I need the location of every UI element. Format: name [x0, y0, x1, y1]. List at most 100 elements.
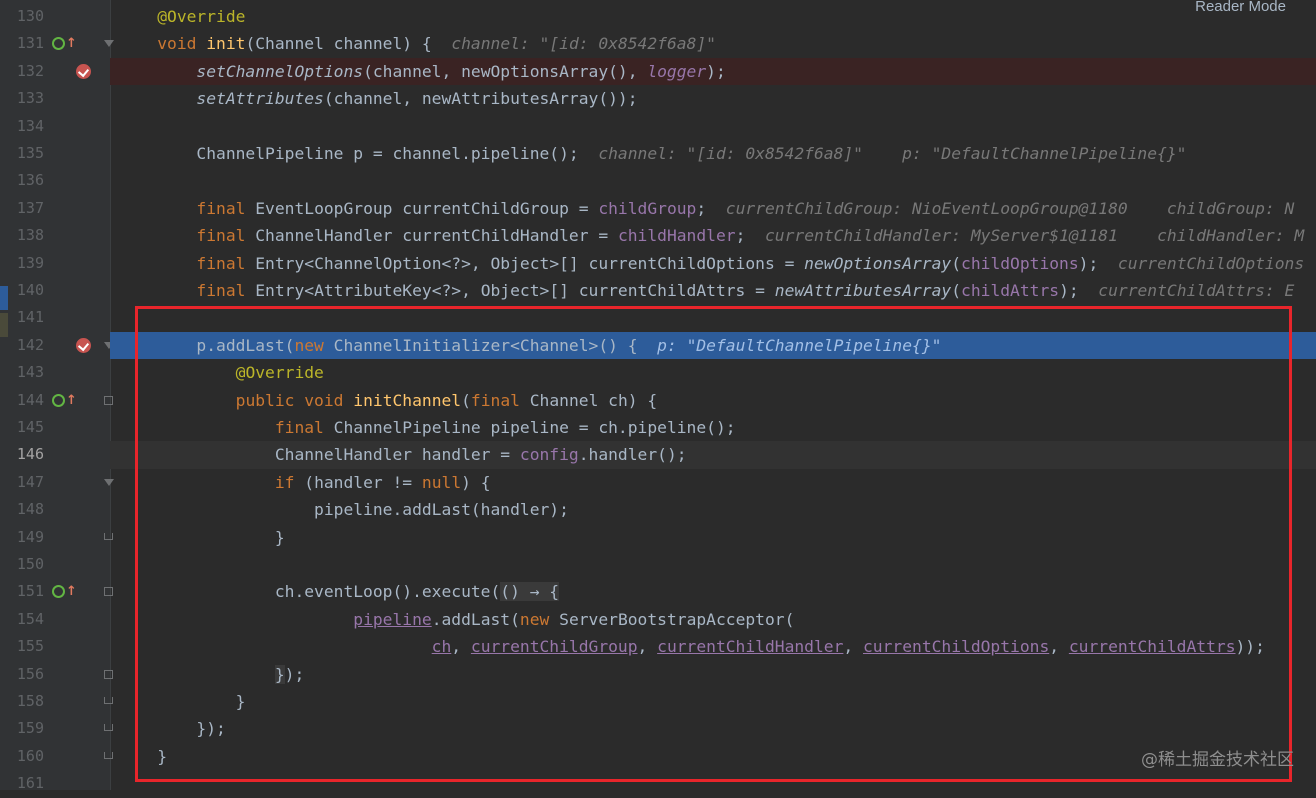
gutter-line[interactable]: 131 ↑: [0, 30, 114, 57]
code-line[interactable]: }: [110, 524, 1316, 551]
code-line[interactable]: if (handler != null) {: [110, 469, 1316, 496]
code-line[interactable]: });: [110, 661, 1316, 688]
code-line[interactable]: final ChannelHandler currentChildHandler…: [110, 222, 1316, 249]
gutter-line[interactable]: 149: [0, 524, 113, 551]
override-icon[interactable]: ↑: [52, 30, 77, 57]
gutter-line[interactable]: 151 ↑: [0, 578, 113, 605]
code-token: currentChildAttrs: [1068, 637, 1236, 657]
code-line[interactable]: [110, 770, 1316, 797]
code-token: @Override: [235, 363, 324, 383]
code-line[interactable]: }: [110, 743, 1316, 770]
gutter-line[interactable]: 154: [0, 606, 110, 633]
line-number: 145: [16, 418, 44, 436]
line-number: 136: [16, 171, 44, 190]
gutter-line[interactable]: 158: [0, 688, 113, 715]
code-token: if: [274, 472, 305, 492]
override-icon[interactable]: ↑: [52, 578, 77, 605]
code-line[interactable]: [110, 304, 1316, 331]
code-token: channel: "[id: 0x8542f6a8]": [451, 34, 716, 54]
gutter-line[interactable]: 150: [0, 551, 110, 578]
code-line[interactable]: ChannelPipeline p = channel.pipeline(); …: [110, 140, 1316, 167]
gutter-line[interactable]: 134: [0, 113, 110, 140]
code-token: .handler();: [578, 445, 687, 465]
code-token: );: [1059, 281, 1099, 300]
line-number: 161: [16, 774, 44, 793]
code-line[interactable]: void init(Channel channel) { channel: "[…: [110, 30, 1316, 57]
code-token: () → {: [500, 582, 560, 602]
code-line[interactable]: final EventLoopGroup currentChildGroup =…: [110, 195, 1316, 222]
code-line[interactable]: final Entry<AttributeKey<?>, Object>[] c…: [110, 277, 1316, 304]
line-number: 156: [16, 664, 44, 683]
gutter-line[interactable]: 133: [0, 85, 110, 112]
code-line[interactable]: final ChannelPipeline pipeline = ch.pipe…: [110, 414, 1316, 441]
code-line[interactable]: pipeline.addLast(handler);: [110, 496, 1316, 523]
line-number: 146: [16, 445, 44, 464]
code-line[interactable]: @Override: [110, 359, 1316, 386]
line-number: 160: [16, 746, 44, 765]
code-token: ChannelHandler handler =: [118, 445, 520, 465]
code-line[interactable]: ch.eventLoop().execute(() → {: [110, 578, 1316, 605]
code-editor[interactable]: @Override void init(Channel channel) { c…: [110, 0, 1316, 790]
gutter-line[interactable]: 140: [0, 277, 110, 304]
code-token: initChannel: [353, 390, 462, 410]
code-line[interactable]: setAttributes(channel, newAttributesArra…: [110, 85, 1316, 112]
code-token: }: [118, 527, 285, 547]
code-line[interactable]: public void initChannel(final Channel ch…: [110, 387, 1316, 414]
line-number: 151: [16, 582, 44, 601]
code-token: pipeline: [353, 609, 432, 629]
gutter-line[interactable]: 132: [0, 58, 110, 85]
code-token: (Channel channel) {: [245, 34, 452, 54]
gutter-line[interactable]: 161: [0, 770, 110, 797]
gutter-line[interactable]: 142: [0, 332, 114, 359]
gutter-line[interactable]: 146: [0, 441, 110, 468]
code-line[interactable]: ChannelHandler handler = config.handler(…: [110, 441, 1316, 469]
code-token: .addLast(: [431, 609, 520, 629]
reader-mode-button[interactable]: Reader Mode: [1195, 0, 1286, 15]
gutter-line[interactable]: 160: [0, 743, 113, 770]
code-line[interactable]: pipeline.addLast(new ServerBootstrapAcce…: [110, 606, 1316, 633]
gutter-line[interactable]: 139: [0, 250, 110, 277]
gutter-line[interactable]: 143: [0, 359, 110, 386]
line-number: 135: [16, 144, 44, 162]
code-line[interactable]: final Entry<ChannelOption<?>, Object>[] …: [110, 250, 1316, 277]
line-number: 134: [16, 116, 44, 135]
code-token: final: [196, 226, 256, 246]
breakpoint-icon[interactable]: [76, 337, 91, 353]
gutter-line[interactable]: 137: [0, 195, 110, 222]
code-token: ;: [696, 198, 726, 218]
gutter-line[interactable]: 135: [0, 140, 110, 167]
gutter-line[interactable]: 141: [0, 304, 110, 331]
gutter-line[interactable]: 144 ↑: [0, 387, 113, 414]
gutter-line[interactable]: 159: [0, 715, 113, 742]
code-line[interactable]: [110, 551, 1316, 578]
override-icon[interactable]: ↑: [52, 387, 77, 414]
code-token: new: [519, 609, 560, 629]
code-token: void: [157, 34, 207, 54]
gutter-line[interactable]: 138: [0, 222, 110, 249]
code-token: currentChildAttrs: E: [1098, 281, 1295, 300]
code-token: final: [274, 418, 334, 437]
gutter-line[interactable]: 156: [0, 661, 113, 688]
gutter-line[interactable]: 145: [0, 414, 110, 441]
line-number: 143: [16, 363, 44, 382]
gutter-line[interactable]: 147: [0, 469, 114, 496]
scroll-marker: [0, 313, 8, 337]
code-line[interactable]: [110, 113, 1316, 140]
code-line[interactable]: });: [110, 715, 1316, 742]
code-line[interactable]: ch, currentChildGroup, currentChildHandl…: [110, 633, 1316, 660]
gutter-line[interactable]: 148: [0, 496, 110, 523]
code-line[interactable]: [110, 167, 1316, 194]
gutter-line[interactable]: 130: [0, 3, 110, 30]
execution-point-line[interactable]: p.addLast(new ChannelInitializer<Channel…: [110, 331, 1316, 360]
breakpoint-icon[interactable]: [76, 63, 91, 79]
code-line[interactable]: }: [110, 688, 1316, 715]
code-line[interactable]: @Override: [110, 3, 1316, 30]
gutter-line[interactable]: 136: [0, 167, 110, 194]
gutter-line[interactable]: 155: [0, 633, 110, 660]
code-line[interactable]: setChannelOptions(channel, newOptionsArr…: [110, 57, 1316, 86]
